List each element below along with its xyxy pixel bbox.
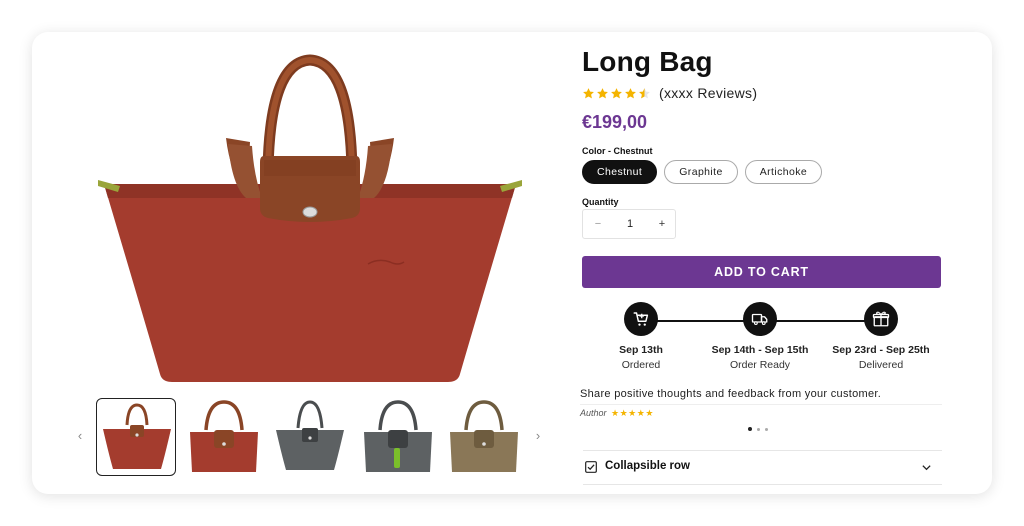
rating-stars <box>582 87 652 100</box>
quantity-decrease-button[interactable]: − <box>583 210 613 238</box>
color-option-chestnut[interactable]: Chestnut <box>582 160 658 184</box>
thumbnail-graphite-alt[interactable] <box>358 398 438 476</box>
thumbnail-khaki[interactable] <box>444 398 524 476</box>
author-rating-stars: ★★★★★ <box>611 408 654 418</box>
divider <box>580 404 942 405</box>
thumbnail-graphite[interactable] <box>270 398 350 476</box>
product-price: €199,00 <box>582 112 648 132</box>
main-product-image <box>98 52 522 412</box>
chevron-down-icon <box>922 465 931 471</box>
slide-dot-1[interactable] <box>748 427 752 431</box>
testimonial-pagination <box>748 427 768 431</box>
star-icon <box>583 87 594 98</box>
rating: (xxxx Reviews) <box>582 84 757 102</box>
thumbnail-prev-button[interactable]: ‹ <box>70 426 90 446</box>
review-count[interactable]: (xxxx Reviews) <box>659 85 757 101</box>
divider <box>583 484 942 485</box>
timeline-date: Sep 23rd - Sep 25th <box>832 344 930 356</box>
testimonial-text: Share positive thoughts and feedback fro… <box>580 388 882 400</box>
timeline-status: Order Ready <box>729 359 791 371</box>
slide-dot-3[interactable] <box>765 427 768 431</box>
thumbnail-chestnut-alt[interactable] <box>184 398 264 476</box>
timeline-date: Sep 14th - Sep 15th <box>711 344 809 356</box>
quantity-stepper: − 1 + <box>582 209 676 239</box>
color-option-artichoke[interactable]: Artichoke <box>744 160 823 184</box>
product-title: Long Bag <box>582 46 713 77</box>
star-icon <box>625 87 636 98</box>
shipping-timeline: Sep 13th Ordered Sep 14th - Sep 15th Ord… <box>580 302 980 372</box>
quantity-input[interactable]: 1 <box>613 210 647 238</box>
gift-icon <box>864 302 898 336</box>
half-star-icon <box>639 87 650 98</box>
color-options: Chestnut Graphite Artichoke <box>582 160 823 184</box>
thumbnail-chestnut[interactable] <box>96 398 176 476</box>
star-icon <box>611 87 622 98</box>
timeline-status: Ordered <box>621 359 661 371</box>
thumbnail-next-button[interactable]: › <box>528 426 548 446</box>
quantity-label: Quantity <box>582 197 619 207</box>
testimonial-author: Author ★★★★★ <box>580 408 654 419</box>
product-info: Long Bag (xxxx Reviews) €199,00 Color - … <box>580 32 980 494</box>
thumbnail-strip: ‹ › <box>32 396 572 480</box>
add-to-cart-button[interactable]: ADD TO CART <box>582 256 941 288</box>
timeline-date: Sep 13th <box>619 344 663 356</box>
divider <box>583 450 942 451</box>
checkbox-icon <box>585 461 597 473</box>
star-icon <box>597 87 608 98</box>
color-option-graphite[interactable]: Graphite <box>664 160 738 184</box>
product-card: ‹ › Long Bag (xxxx Reviews) €199,00 Colo… <box>32 32 992 494</box>
author-name: Author <box>580 408 607 418</box>
timeline-step-delivered: Sep 23rd - Sep 25th Delivered <box>816 302 946 371</box>
collapsible-row-label: Collapsible row <box>605 460 690 472</box>
timeline-step-order-ready: Sep 14th - Sep 15th Order Ready <box>695 302 825 371</box>
timeline-status: Delivered <box>858 359 904 371</box>
cart-icon <box>624 302 658 336</box>
timeline-step-ordered: Sep 13th Ordered <box>576 302 706 371</box>
slide-dot-2[interactable] <box>757 427 760 431</box>
color-label: Color - Chestnut <box>582 146 653 156</box>
collapsible-row[interactable]: Collapsible row <box>583 452 942 482</box>
quantity-increase-button[interactable]: + <box>647 210 677 238</box>
truck-icon <box>743 302 777 336</box>
